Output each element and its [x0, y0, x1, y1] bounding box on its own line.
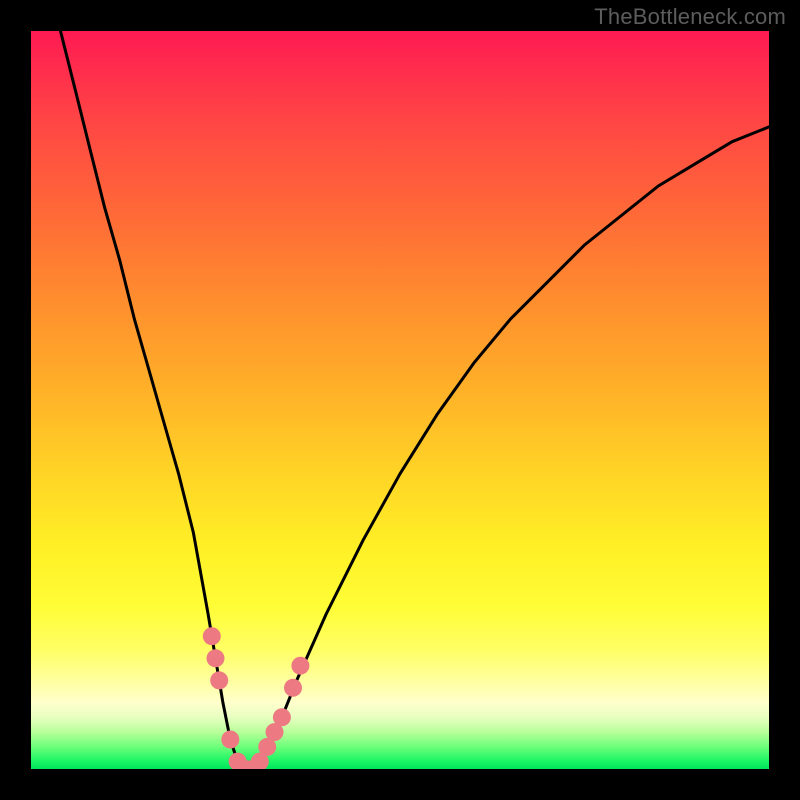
data-marker — [210, 671, 228, 689]
curve-path — [61, 31, 770, 769]
data-marker — [203, 627, 221, 645]
plot-area — [31, 31, 769, 769]
data-marker — [221, 731, 239, 749]
marker-group — [203, 627, 310, 769]
data-marker — [273, 708, 291, 726]
chart-svg — [31, 31, 769, 769]
data-marker — [284, 679, 302, 697]
chart-frame: TheBottleneck.com — [0, 0, 800, 800]
bottleneck-curve — [61, 31, 770, 769]
data-marker — [207, 649, 225, 667]
watermark-text: TheBottleneck.com — [594, 4, 786, 30]
data-marker — [291, 657, 309, 675]
